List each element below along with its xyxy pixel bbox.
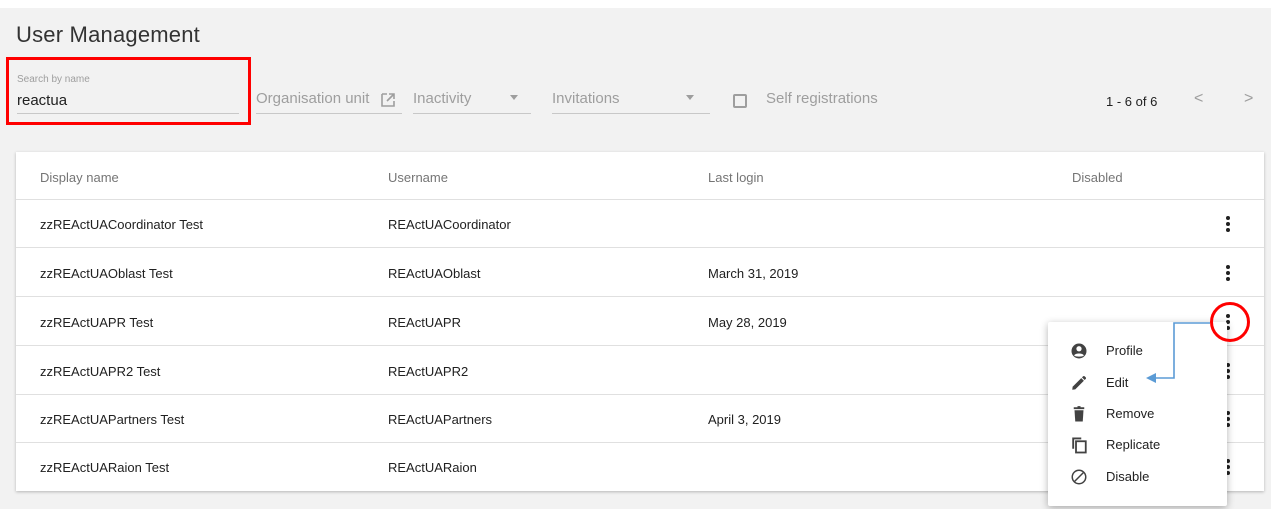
username-cell: REActUAPR2 bbox=[388, 364, 469, 379]
invitations-select[interactable]: Invitations bbox=[552, 90, 620, 107]
username-cell: REActUAPartners bbox=[388, 412, 493, 427]
copy-icon bbox=[1072, 437, 1087, 454]
invitations-underline bbox=[552, 113, 710, 114]
org-unit-filter[interactable]: Organisation unit bbox=[256, 90, 369, 107]
menu-item-label: Remove bbox=[1106, 406, 1155, 421]
pager-range: 1 - 6 of 6 bbox=[1106, 94, 1158, 109]
open-in-new-icon[interactable] bbox=[381, 93, 395, 107]
menu-item-remove[interactable]: Remove bbox=[1048, 398, 1227, 429]
account-circle-icon bbox=[1071, 343, 1087, 359]
search-highlight-box bbox=[6, 57, 251, 125]
inactivity-select[interactable]: Inactivity bbox=[413, 90, 471, 107]
last-login-cell: May 28, 2019 bbox=[708, 315, 787, 330]
column-header[interactable]: Username bbox=[388, 170, 448, 185]
display-name-cell: zzREActUAPartners Test bbox=[40, 412, 185, 427]
display-name-cell: zzREActUAPR2 Test bbox=[40, 364, 161, 379]
more-vert-icon[interactable] bbox=[1220, 214, 1236, 234]
chevron-down-icon bbox=[686, 95, 694, 100]
username-cell: REActUAOblast bbox=[388, 266, 481, 281]
block-icon bbox=[1071, 469, 1087, 485]
username-cell: REActUAPR bbox=[388, 315, 461, 330]
table-header-row: Display name Username Last login Disable… bbox=[16, 152, 1264, 200]
pager-next-button[interactable]: > bbox=[1244, 90, 1253, 108]
username-cell: REActUACoordinator bbox=[388, 217, 511, 232]
chevron-down-icon bbox=[510, 95, 518, 100]
menu-item-replicate[interactable]: Replicate bbox=[1048, 429, 1227, 460]
menu-item-label: Edit bbox=[1106, 375, 1129, 390]
column-header[interactable]: Display name bbox=[40, 170, 119, 185]
table-row[interactable]: zzREActUAOblast Test REActUAOblast March… bbox=[16, 249, 1264, 297]
inactivity-underline bbox=[413, 113, 531, 114]
pager-prev-button[interactable]: < bbox=[1194, 90, 1203, 108]
last-login-cell: April 3, 2019 bbox=[708, 412, 781, 427]
display-name-cell: zzREActUARaion Test bbox=[40, 460, 170, 475]
column-header[interactable]: Disabled bbox=[1072, 170, 1123, 185]
menu-item-disable[interactable]: Disable bbox=[1048, 461, 1227, 492]
page-title: User Management bbox=[16, 22, 200, 47]
trash-icon bbox=[1073, 406, 1085, 422]
column-header[interactable]: Last login bbox=[708, 170, 764, 185]
org-unit-underline bbox=[256, 113, 402, 114]
more-vert-icon[interactable] bbox=[1220, 263, 1236, 283]
self-registrations-checkbox[interactable] bbox=[733, 94, 747, 108]
self-registrations-label: Self registrations bbox=[766, 90, 878, 107]
menu-item-label: Replicate bbox=[1106, 437, 1161, 452]
last-login-cell: March 31, 2019 bbox=[708, 266, 799, 281]
display-name-cell: zzREActUACoordinator Test bbox=[40, 217, 204, 232]
menu-item-label: Disable bbox=[1106, 469, 1150, 484]
annotation-arrow-icon bbox=[1146, 322, 1210, 383]
display-name-cell: zzREActUAPR Test bbox=[40, 315, 154, 330]
username-cell: REActUARaion bbox=[388, 460, 477, 475]
pencil-icon bbox=[1072, 375, 1087, 390]
display-name-cell: zzREActUAOblast Test bbox=[40, 266, 173, 281]
table-row[interactable]: zzREActUACoordinator Test REActUACoordin… bbox=[16, 200, 1264, 248]
